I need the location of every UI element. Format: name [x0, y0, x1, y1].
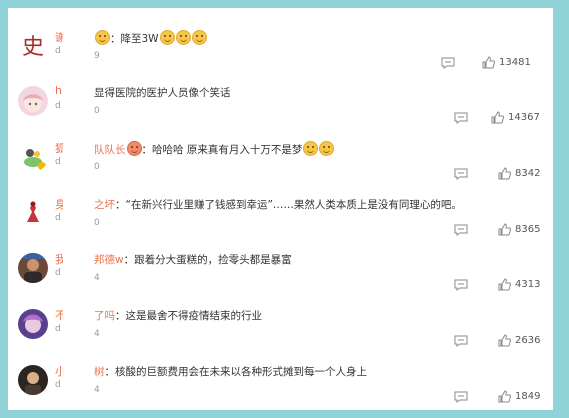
emoji-icon	[175, 30, 191, 45]
comment-text: 树：核酸的巨额费用会在未来以各种形式摊到每一个人身上	[94, 364, 367, 379]
comment-body: ：核酸的巨额费用会在未来以各种形式摊到每一个人身上	[104, 366, 368, 378]
user-avatar[interactable]	[18, 253, 48, 283]
like-count: 4313	[515, 279, 541, 290]
source-fragment: d	[55, 157, 61, 167]
thumbs-up-icon[interactable]	[498, 334, 511, 347]
user-avatar[interactable]	[18, 142, 48, 172]
source-fragment: d	[55, 380, 61, 390]
timestamp-fragment: 0	[94, 162, 100, 172]
username-fragment[interactable]: 身	[55, 196, 63, 212]
comment-icon[interactable]	[454, 112, 468, 124]
comment-text: 邦德w：跟着分大蛋糕的，捡零头都是暴富	[94, 252, 292, 267]
username-fragment[interactable]: 狐	[55, 140, 63, 156]
like-count: 14367	[508, 112, 540, 123]
source-fragment: d	[55, 268, 61, 278]
username-fragment[interactable]: 小	[55, 363, 63, 379]
comment-body: ：跟着分大蛋糕的，捡零头都是暴富	[123, 254, 292, 266]
like-count: 1849	[515, 391, 541, 402]
like-count: 2636	[515, 335, 541, 346]
comment-item: h d 显得医院的医护人员像个笑话 0 14367	[8, 77, 553, 133]
user-avatar[interactable]	[18, 365, 48, 395]
emoji-icon	[95, 30, 110, 45]
comment-body: ：哈哈哈 原来真有月入十万不是梦	[141, 144, 303, 156]
comment-body: ：这是最舍不得疫情结束的行业	[115, 310, 262, 322]
emoji-icon	[191, 30, 207, 45]
emoji-icon	[126, 141, 142, 156]
timestamp-fragment: 0	[94, 106, 100, 116]
username-tail[interactable]: 树	[94, 366, 105, 378]
comment-item: 史 谢 d ：降至3W 9 13481	[8, 22, 553, 78]
username-fragment[interactable]: 我	[55, 251, 63, 267]
comment-text: ：降至3W	[94, 30, 207, 46]
thumbs-up-icon[interactable]	[498, 278, 511, 291]
emoji-icon	[319, 141, 335, 156]
timestamp-fragment: 4	[94, 273, 100, 283]
user-avatar[interactable]: 史	[18, 31, 48, 61]
thumbs-up-icon[interactable]	[491, 111, 504, 124]
comment-icon[interactable]	[454, 335, 468, 347]
comment-text: 队队长 ：哈哈哈 原来真有月入十万不是梦	[94, 141, 335, 157]
comment-body: ：降至3W	[110, 33, 159, 45]
user-avatar[interactable]	[18, 309, 48, 339]
comment-list-panel: 史 谢 d ：降至3W 9 13481 h d 显得医院的医护人员像个笑话 0	[8, 8, 553, 410]
like-count: 8342	[515, 168, 541, 179]
timestamp-fragment: 9	[94, 51, 100, 61]
username-tail[interactable]: 队队长	[94, 144, 126, 156]
thumbs-up-icon[interactable]	[498, 390, 511, 403]
comment-icon[interactable]	[454, 279, 468, 291]
timestamp-fragment: 4	[94, 329, 100, 339]
comment-icon[interactable]	[454, 224, 468, 236]
username-tail[interactable]: 了吗	[94, 310, 115, 322]
source-fragment: d	[55, 46, 61, 56]
emoji-icon	[159, 30, 175, 45]
comment-item: 不 d 了吗：这是最舍不得疫情结束的行业 4 2636	[8, 300, 553, 356]
comment-text: 显得医院的医护人员像个笑话	[94, 85, 231, 100]
comment-item: 我 d 邦德w：跟着分大蛋糕的，捡零头都是暴富 4 4313	[8, 244, 553, 300]
svg-text:史: 史	[22, 35, 44, 60]
comment-item: 小 d 树：核酸的巨额费用会在未来以各种形式摊到每一个人身上 4 1849	[8, 356, 553, 410]
comment-body: 显得医院的医护人员像个笑话	[94, 87, 231, 99]
thumbs-up-icon[interactable]	[498, 223, 511, 236]
user-avatar[interactable]	[18, 198, 48, 228]
comment-body: ：“在新兴行业里赚了钱感到幸运”……果然人类本质上是没有同理心的吧。	[115, 199, 462, 211]
source-fragment: d	[55, 324, 61, 334]
emoji-icon	[303, 141, 319, 156]
like-count: 13481	[499, 57, 531, 68]
username-fragment[interactable]: 不	[55, 307, 63, 323]
username-tail[interactable]: 邦德w	[94, 254, 124, 266]
username-tail[interactable]: 之坏	[94, 199, 115, 211]
timestamp-fragment: 0	[94, 218, 100, 228]
comment-icon[interactable]	[454, 391, 468, 403]
thumbs-up-icon[interactable]	[482, 56, 495, 69]
comment-text: 之坏：“在新兴行业里赚了钱感到幸运”……果然人类本质上是没有同理心的吧。	[94, 197, 462, 212]
user-avatar[interactable]	[18, 86, 48, 116]
timestamp-fragment: 4	[94, 385, 100, 395]
comment-icon[interactable]	[454, 168, 468, 180]
source-fragment: d	[55, 101, 61, 111]
thumbs-up-icon[interactable]	[498, 167, 511, 180]
comment-item: 身 d 之坏：“在新兴行业里赚了钱感到幸运”……果然人类本质上是没有同理心的吧。…	[8, 189, 553, 245]
comment-text: 了吗：这是最舍不得疫情结束的行业	[94, 308, 262, 323]
username-fragment[interactable]: h	[55, 84, 63, 97]
comment-item: 狐 d 队队长 ：哈哈哈 原来真有月入十万不是梦 0 8342	[8, 133, 553, 189]
source-fragment: d	[55, 213, 61, 223]
username-fragment[interactable]: 谢	[55, 29, 63, 45]
like-count: 8365	[515, 224, 541, 235]
comment-icon[interactable]	[441, 57, 455, 69]
